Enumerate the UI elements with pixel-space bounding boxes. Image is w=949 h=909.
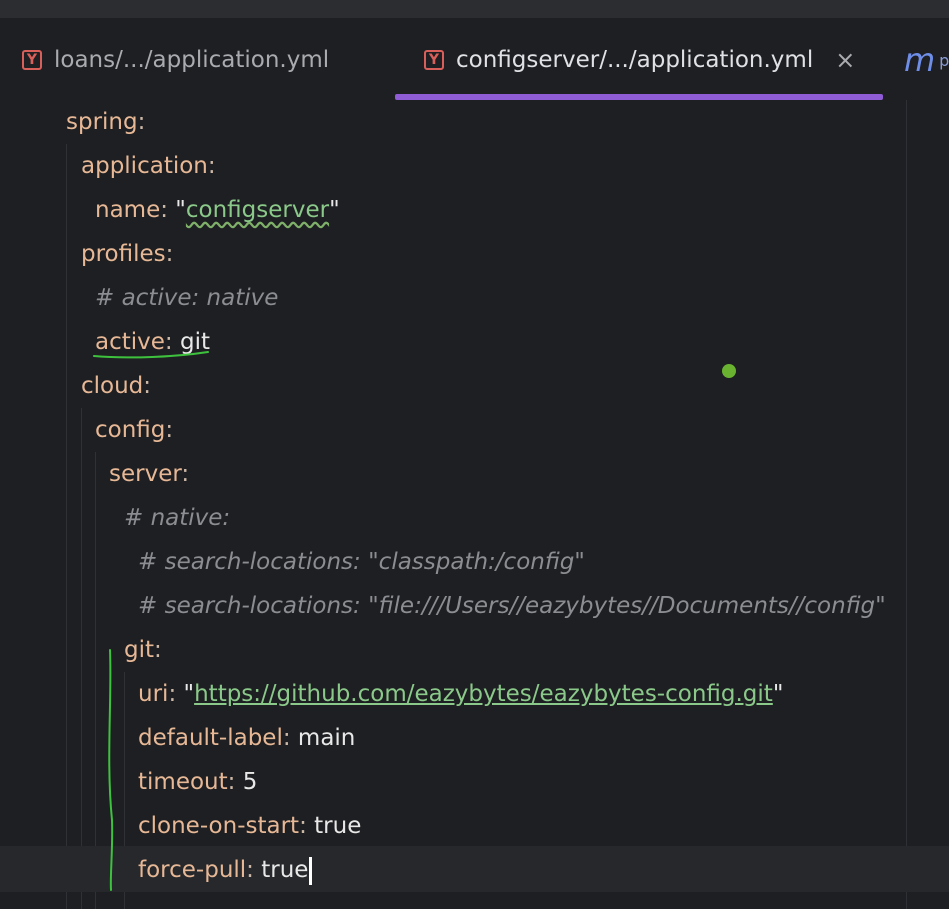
yaml-quote: " [183, 681, 195, 707]
code-line[interactable]: config: [95, 408, 173, 452]
code-line[interactable]: # native: [124, 496, 230, 540]
yaml-comment: # search-locations: "classpath:/config" [138, 549, 585, 575]
yaml-quote: " [772, 681, 784, 707]
pointer-dot [722, 364, 736, 378]
window-top-strip [0, 0, 949, 18]
yaml-colon: : [165, 417, 174, 443]
yaml-quote: " [175, 197, 186, 223]
code-line-current[interactable]: force-pull: true [138, 848, 313, 892]
code-line[interactable]: cloud: [81, 364, 151, 408]
yaml-colon: : [164, 329, 173, 355]
yaml-key: application [81, 153, 208, 179]
yaml-colon: : [282, 725, 291, 751]
yaml-key: clone-on-start [138, 813, 300, 839]
yaml-key: timeout [138, 769, 228, 795]
code-line[interactable]: git: [124, 628, 162, 672]
yaml-icon: Y [424, 50, 444, 70]
yaml-colon: : [227, 769, 236, 795]
indent-guide [81, 408, 82, 909]
code-line[interactable]: application: [81, 144, 216, 188]
text-cursor [309, 856, 313, 885]
yaml-colon: : [165, 241, 174, 267]
code-line[interactable]: clone-on-start: true [138, 804, 361, 848]
close-icon[interactable]: × [835, 46, 855, 74]
yaml-key: git [124, 637, 155, 663]
yaml-value: true [314, 813, 362, 839]
code-line[interactable]: active: git [95, 320, 210, 364]
yaml-value: git [179, 329, 210, 355]
indent-guide [95, 452, 96, 909]
code-line[interactable]: # search-locations: "classpath:/config" [138, 540, 585, 584]
yaml-key: profiles [81, 241, 166, 267]
code-line[interactable]: # active: native [95, 276, 278, 320]
yaml-colon: : [160, 197, 168, 223]
tab-loans-application-yml[interactable]: Y loans/.../application.yml [22, 40, 329, 80]
code-line[interactable]: timeout: 5 [138, 760, 257, 804]
yaml-colon: : [143, 373, 152, 399]
yaml-colon: : [299, 813, 307, 839]
tab-configserver-application-yml[interactable]: Y configserver/.../application.yml × [424, 40, 855, 80]
yaml-icon: Y [22, 50, 42, 70]
editor-tab-bar: Y loans/.../application.yml Y configserv… [0, 18, 949, 100]
yaml-key: name [95, 197, 161, 223]
yaml-key: server [109, 461, 182, 487]
yaml-key: default-label [138, 725, 283, 751]
code-line[interactable]: spring: [66, 100, 145, 144]
code-line[interactable]: server: [109, 452, 189, 496]
tab-label: p [939, 50, 949, 70]
yaml-key: config [95, 417, 166, 443]
right-margin-guide [906, 100, 907, 909]
yaml-comment: # search-locations: "file:///Users//eazy… [138, 593, 886, 619]
yaml-colon: : [246, 857, 254, 883]
tab-label: loans/.../application.yml [54, 47, 330, 73]
yaml-value: 5 [242, 769, 258, 795]
yaml-key: spring [66, 109, 138, 135]
code-line[interactable]: default-label: main [138, 716, 355, 760]
yaml-key: force-pull [138, 857, 247, 883]
yaml-colon: : [137, 109, 146, 135]
yaml-colon: : [168, 681, 177, 707]
yaml-comment: # native: [124, 505, 231, 531]
yaml-url-value[interactable]: https://github.com/eazybytes/eazybytes-c… [194, 681, 773, 707]
code-line[interactable]: name: "configserver" [95, 188, 340, 232]
tab-label: configserver/.../application.yml [456, 47, 814, 73]
yaml-value: main [297, 725, 356, 751]
yaml-string-value: configserver [185, 197, 330, 223]
maven-icon: m [904, 41, 936, 79]
yaml-key: uri [138, 681, 169, 707]
code-line[interactable]: uri: "https://github.com/eazybytes/eazyb… [138, 672, 783, 716]
yaml-colon: : [207, 153, 216, 179]
yaml-comment: # active: native [95, 285, 279, 311]
yaml-colon: : [181, 461, 190, 487]
code-line[interactable]: # search-locations: "file:///Users//eazy… [138, 584, 886, 628]
yaml-value: true [261, 857, 309, 883]
yaml-quote: " [329, 197, 340, 223]
yaml-key: cloud [81, 373, 144, 399]
yaml-key: active [95, 329, 165, 355]
code-line[interactable]: profiles: [81, 232, 173, 276]
yaml-colon: : [154, 637, 162, 663]
tab-pom-partial[interactable]: mp [904, 40, 949, 80]
indent-guide [66, 144, 67, 909]
